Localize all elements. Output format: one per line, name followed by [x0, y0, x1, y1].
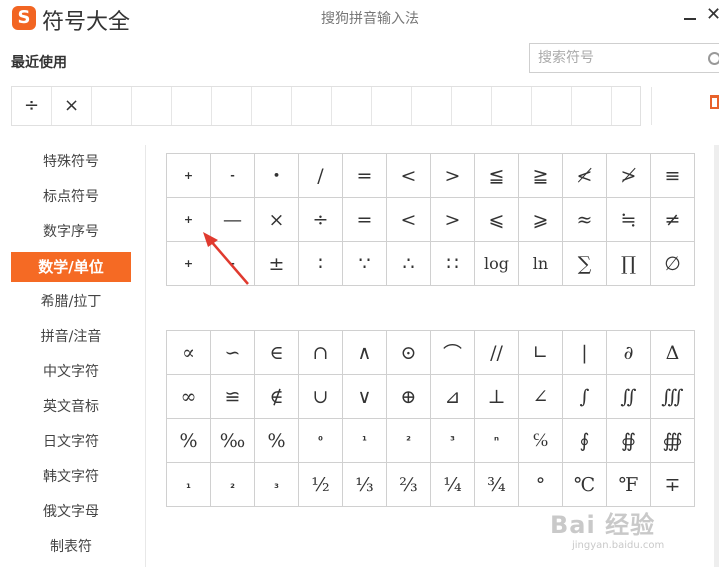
watermark-main: Bai 经验 — [550, 511, 656, 539]
annotation-arrow — [203, 232, 249, 285]
watermark: Bai 经验 jingyan.baidu.com — [550, 505, 715, 555]
watermark-sub: jingyan.baidu.com — [572, 540, 665, 551]
